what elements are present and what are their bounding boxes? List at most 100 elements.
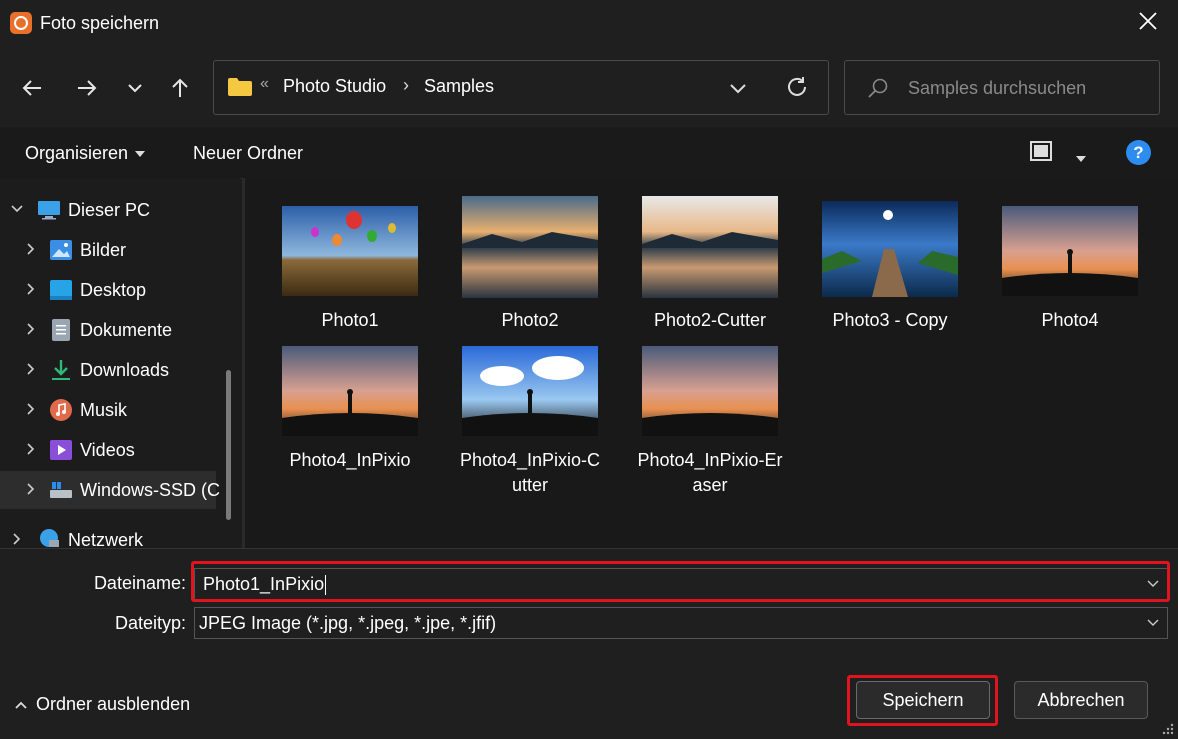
hide-folders-button[interactable]: Ordner ausblenden	[14, 694, 190, 715]
arrow-left-icon	[22, 80, 41, 96]
caret-down-icon	[135, 151, 146, 158]
file-list: Photo1 Photo2 Photo2-Cutter Photo3 - Cop…	[245, 178, 1178, 548]
file-name: Photo4	[1041, 310, 1099, 330]
desktop-icon	[50, 280, 72, 300]
file-name: Photo2-Cutter	[653, 310, 767, 330]
file-name: Photo4_InPixio	[289, 450, 411, 470]
filename-label: Dateiname:	[93, 573, 186, 593]
chevron-right-icon[interactable]	[24, 322, 38, 336]
arrow-right-icon	[78, 80, 97, 96]
chevron-right-icon[interactable]	[24, 482, 38, 496]
drive-icon	[50, 482, 72, 498]
sidebar-item-desktop[interactable]: Desktop	[0, 271, 216, 309]
chevron-down-icon[interactable]	[1147, 619, 1159, 627]
network-icon	[40, 529, 59, 547]
sidebar-item-windows-ssd[interactable]: Windows-SSD (C	[0, 471, 220, 509]
file-item-photo2-cutter[interactable]: Photo2-Cutter	[625, 196, 795, 336]
sidebar-item-label: Downloads	[80, 360, 170, 380]
search-box[interactable]: Samples durchsuchen	[844, 60, 1160, 115]
recent-locations-button[interactable]	[120, 73, 150, 103]
file-item-photo3-copy[interactable]: Photo3 - Copy	[805, 196, 975, 336]
up-button[interactable]	[165, 73, 195, 103]
chevron-down-icon[interactable]	[726, 76, 750, 100]
search-icon	[868, 78, 888, 98]
videos-icon	[50, 440, 72, 460]
chevron-right-icon[interactable]	[24, 362, 38, 376]
file-name-line1: Photo4_InPixio-C	[459, 450, 601, 470]
close-button[interactable]	[1134, 9, 1162, 37]
save-highlight-box	[847, 675, 998, 726]
image-thumbnail	[642, 346, 778, 436]
app-icon	[10, 12, 32, 34]
breadcrumb-photo-studio[interactable]: Photo Studio	[283, 76, 386, 97]
title-bar: Foto speichern	[0, 0, 1178, 47]
file-item-photo1[interactable]: Photo1	[265, 196, 435, 336]
file-name-line1: Photo4_InPixio-Er	[637, 450, 783, 470]
chevron-up-icon	[15, 701, 27, 709]
filetype-select[interactable]: JPEG Image (*.jpg, *.jpeg, *.jpe, *.jfif…	[194, 607, 1168, 639]
image-thumbnail	[462, 196, 598, 298]
cancel-button[interactable]: Abbrechen	[1014, 681, 1148, 719]
image-thumbnail	[822, 201, 958, 297]
new-folder-button[interactable]: Neuer Ordner	[193, 143, 303, 164]
command-bar: Organisieren Neuer Ordner ?	[0, 127, 1178, 179]
organize-button[interactable]: Organisieren	[25, 143, 146, 164]
folder-icon	[228, 78, 252, 96]
image-thumbnail	[642, 196, 778, 298]
sidebar-item-music[interactable]: Musik	[0, 391, 216, 429]
chevron-right-icon[interactable]	[24, 402, 38, 416]
file-item-photo4-inpixio-cutter[interactable]: Photo4_InPixio-C utter	[445, 346, 615, 506]
file-name-line2: aser	[692, 475, 728, 495]
address-bar[interactable]: « Photo Studio › Samples	[213, 60, 829, 115]
hide-folders-label: Ordner ausblenden	[36, 694, 191, 714]
back-button[interactable]	[17, 73, 47, 103]
image-thumbnail	[282, 206, 418, 296]
resize-grip-icon[interactable]	[1160, 721, 1174, 735]
breadcrumb-separator[interactable]: ›	[403, 75, 409, 96]
view-mode-icon[interactable]	[1030, 141, 1052, 161]
overflow-indicator[interactable]: «	[260, 75, 269, 93]
monitor-icon	[38, 201, 60, 220]
breadcrumb-samples[interactable]: Samples	[424, 76, 494, 97]
filename-highlight-box	[191, 561, 1170, 602]
sidebar-item-documents[interactable]: Dokumente	[0, 311, 216, 349]
save-options-panel: Dateiname: Photo1_InPixio Dateityp: JPEG…	[0, 548, 1178, 739]
sidebar-item-label: Dokumente	[80, 320, 173, 340]
filetype-value: JPEG Image (*.jpg, *.jpeg, *.jpe, *.jfif…	[199, 613, 497, 633]
filetype-label: Dateityp:	[114, 613, 186, 633]
image-thumbnail	[1002, 206, 1138, 296]
sidebar-item-pictures[interactable]: Bilder	[0, 231, 216, 269]
chevron-down-icon	[128, 84, 142, 93]
forward-button[interactable]	[72, 73, 102, 103]
music-icon	[50, 399, 72, 421]
download-icon	[52, 360, 70, 380]
sidebar-item-label: Desktop	[80, 280, 147, 300]
view-options-dropdown[interactable]	[1069, 150, 1086, 168]
navigation-bar: « Photo Studio › Samples Samples durchsu…	[0, 47, 1178, 127]
close-icon	[1139, 12, 1157, 30]
chevron-down-icon[interactable]	[10, 202, 24, 216]
pictures-icon	[50, 240, 72, 260]
sidebar-item-this-pc[interactable]: Dieser PC	[0, 191, 216, 229]
navigation-pane: Dieser PC Bilder Desktop Dokumente Downl…	[0, 178, 240, 548]
documents-icon	[52, 319, 70, 341]
caret-down-icon	[1076, 155, 1086, 162]
sidebar-item-videos[interactable]: Videos	[0, 431, 216, 469]
chevron-right-icon[interactable]	[24, 282, 38, 296]
refresh-icon[interactable]	[784, 74, 810, 100]
help-icon[interactable]: ?	[1126, 140, 1151, 165]
file-item-photo4[interactable]: Photo4	[985, 196, 1155, 336]
sidebar-item-network[interactable]: Netzwerk	[0, 521, 216, 548]
chevron-right-icon[interactable]	[24, 442, 38, 456]
sidebar-item-downloads[interactable]: Downloads	[0, 351, 216, 389]
sidebar-item-label: Dieser PC	[68, 200, 151, 220]
file-name: Photo3 - Copy	[832, 310, 948, 330]
file-item-photo4-inpixio[interactable]: Photo4_InPixio	[265, 346, 435, 506]
sidebar-scrollbar[interactable]	[226, 370, 231, 520]
file-item-photo4-inpixio-eraser[interactable]: Photo4_InPixio-Er aser	[625, 346, 795, 506]
search-input[interactable]: Samples durchsuchen	[908, 78, 1086, 99]
sidebar-item-label: Netzwerk	[68, 530, 144, 548]
file-item-photo2[interactable]: Photo2	[445, 196, 615, 336]
chevron-right-icon[interactable]	[10, 532, 24, 546]
chevron-right-icon[interactable]	[24, 242, 38, 256]
